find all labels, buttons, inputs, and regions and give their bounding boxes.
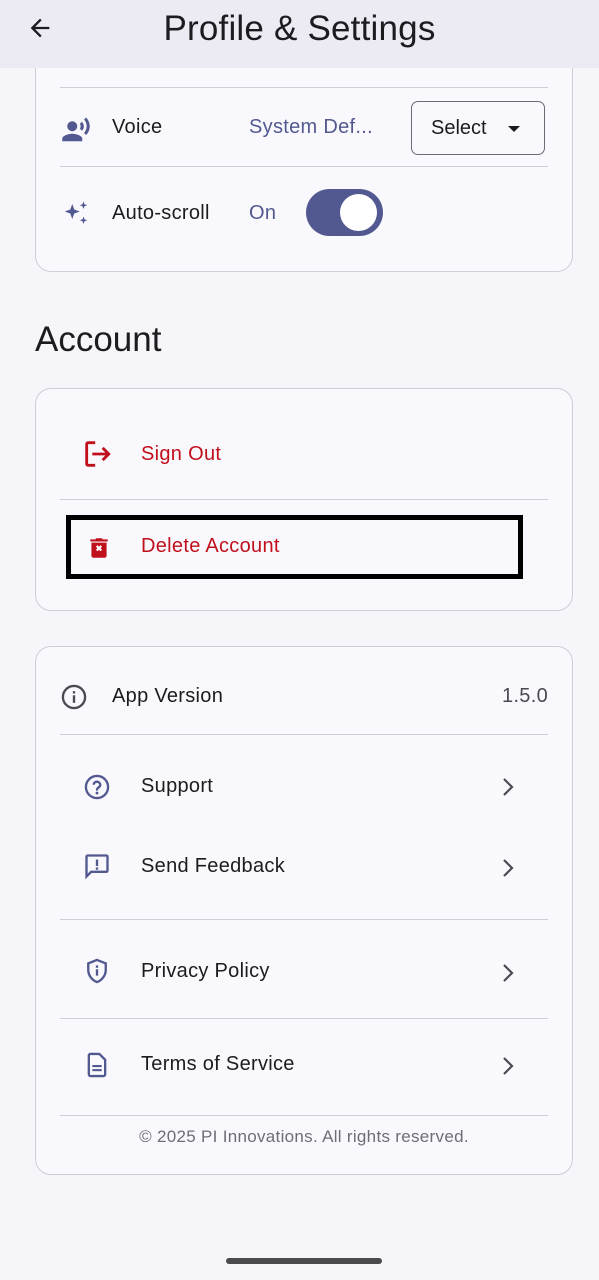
- sparkle-icon: [60, 198, 92, 230]
- account-section-title: Account: [35, 320, 162, 359]
- page-title: Profile & Settings: [163, 9, 436, 48]
- app-bar: Profile & Settings: [0, 0, 599, 68]
- voice-label: Voice: [112, 116, 163, 138]
- document-icon: [83, 1051, 111, 1079]
- copyright-text: © 2025 PI Innovations. All rights reserv…: [139, 1127, 469, 1146]
- privacy-policy-label: Privacy Policy: [141, 960, 270, 982]
- send-feedback-item[interactable]: Send Feedback: [36, 827, 572, 907]
- autoscroll-label: Auto-scroll: [112, 202, 210, 224]
- app-version-label: App Version: [112, 685, 224, 707]
- send-feedback-label: Send Feedback: [141, 855, 285, 877]
- app-info-card: App Version 1.5.0 Support Send Feedback …: [35, 646, 573, 1175]
- divider: [60, 1115, 548, 1116]
- sign-out-label: Sign Out: [141, 443, 222, 465]
- autoscroll-state: On: [249, 202, 277, 224]
- support-item[interactable]: Support: [36, 735, 572, 815]
- terms-of-service-item[interactable]: Terms of Service: [36, 1019, 572, 1115]
- shield-icon: [83, 957, 111, 985]
- selection-highlight: [66, 515, 523, 579]
- chevron-right-icon: [498, 1054, 518, 1078]
- divider: [60, 87, 548, 88]
- profile-settings-screen: Profile & Settings Voice System Def... S…: [0, 0, 599, 1280]
- privacy-policy-item[interactable]: Privacy Policy: [36, 920, 572, 1018]
- app-version-value: 1.5.0: [502, 685, 548, 707]
- preferences-card: Voice System Def... Select Auto-scroll O…: [35, 40, 573, 272]
- info-icon: [60, 683, 88, 711]
- feedback-icon: [83, 852, 111, 880]
- logout-icon: [81, 437, 115, 471]
- caret-down-icon: [508, 126, 520, 132]
- chevron-right-icon: [498, 856, 518, 880]
- divider: [60, 166, 548, 167]
- terms-of-service-label: Terms of Service: [141, 1053, 295, 1075]
- voice-icon: [60, 114, 92, 146]
- select-label: Select: [431, 116, 487, 139]
- sign-out-button[interactable]: Sign Out: [36, 389, 572, 499]
- home-indicator[interactable]: [226, 1258, 382, 1264]
- account-card: Sign Out Delete Account: [35, 388, 573, 611]
- voice-value: System Def...: [249, 116, 373, 138]
- toggle-knob: [340, 194, 377, 231]
- voice-select-dropdown[interactable]: Select: [411, 101, 545, 155]
- chevron-right-icon: [498, 775, 518, 799]
- support-label: Support: [141, 775, 214, 797]
- autoscroll-toggle[interactable]: [306, 189, 383, 236]
- help-circle-icon: [83, 773, 111, 801]
- chevron-right-icon: [498, 961, 518, 985]
